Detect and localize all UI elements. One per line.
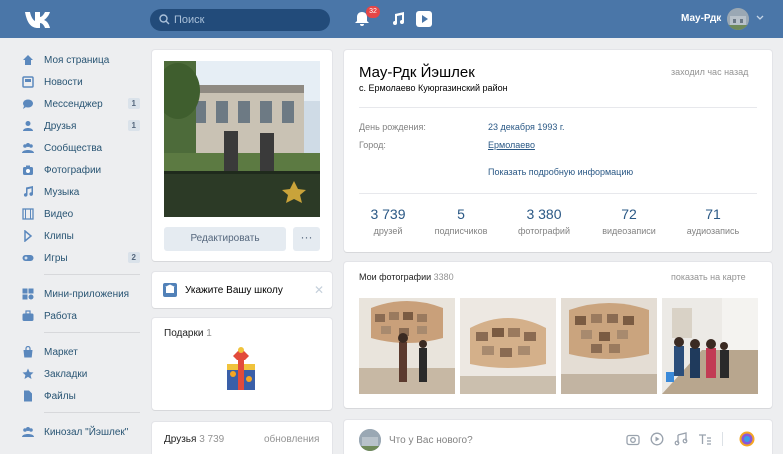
games-icon bbox=[22, 252, 34, 264]
sidebar-item-my-page[interactable]: Моя страница bbox=[22, 50, 140, 70]
school-icon bbox=[163, 283, 177, 297]
school-prompt-link[interactable]: Укажите Вашу школу bbox=[185, 285, 283, 296]
gifts-title[interactable]: Подарки 1 bbox=[164, 328, 212, 339]
profile-photo[interactable] bbox=[164, 61, 320, 217]
news-icon bbox=[22, 76, 34, 88]
sidebar-item-mini-apps[interactable]: Мини-приложения bbox=[22, 284, 140, 304]
messenger-count-badge: 1 bbox=[127, 98, 140, 109]
stat-audios[interactable]: 71 аудиозапись bbox=[673, 206, 753, 236]
birthday-label: День рождения: bbox=[359, 122, 426, 132]
music-icon[interactable] bbox=[674, 432, 688, 446]
friends-count-badge: 1 bbox=[127, 120, 140, 131]
friends-title[interactable]: Друзья 3 739 bbox=[164, 434, 224, 445]
sidebar-divider bbox=[44, 332, 140, 333]
play-icon[interactable] bbox=[416, 11, 432, 27]
city-label: Город: bbox=[359, 140, 386, 150]
chevron-down-icon[interactable] bbox=[756, 15, 764, 21]
photo-thumbnail[interactable] bbox=[561, 298, 657, 394]
friends-icon bbox=[22, 120, 34, 132]
search-input[interactable]: Поиск bbox=[150, 9, 330, 31]
search-icon bbox=[159, 14, 170, 25]
file-icon bbox=[22, 390, 34, 402]
divider bbox=[722, 432, 723, 446]
new-post-input[interactable]: Что у Вас нового? bbox=[389, 435, 473, 446]
show-on-map-link[interactable]: показать на карте bbox=[671, 272, 746, 282]
profile-location: с. Ермолаево Куюргазинский район bbox=[359, 83, 508, 93]
search-placeholder: Поиск bbox=[174, 14, 205, 26]
sidebar-item-clips[interactable]: Клипы bbox=[22, 226, 140, 246]
sidebar-item-files[interactable]: Файлы bbox=[22, 386, 140, 406]
avatar[interactable] bbox=[359, 429, 381, 451]
close-icon[interactable]: ✕ bbox=[314, 283, 324, 297]
photo-thumbnail[interactable] bbox=[359, 298, 455, 394]
sidebar-item-work[interactable]: Работа bbox=[22, 306, 140, 326]
user-name[interactable]: Мау-Рдк bbox=[681, 13, 721, 24]
more-button[interactable]: ··· bbox=[293, 227, 320, 251]
sidebar-item-friends[interactable]: Друзья 1 bbox=[22, 116, 140, 136]
stat-friends[interactable]: 3 739 друзей bbox=[348, 206, 428, 236]
page-title: Мау-Рдк Йэшлек bbox=[359, 64, 475, 81]
sidebar-item-video[interactable]: Видео bbox=[22, 204, 140, 224]
sidebar-item-group-kinozal[interactable]: Кинозал "Йэшлек" bbox=[22, 422, 140, 442]
communities-icon bbox=[22, 142, 34, 154]
stat-videos[interactable]: 72 видеозаписи bbox=[589, 206, 669, 236]
photos-title[interactable]: Мои фотографии 3380 bbox=[359, 272, 454, 282]
market-icon bbox=[22, 346, 34, 358]
sidebar-divider bbox=[44, 274, 140, 275]
avatar[interactable] bbox=[727, 8, 749, 30]
stat-followers[interactable]: 5 подписчиков bbox=[421, 206, 501, 236]
camera-icon[interactable] bbox=[626, 432, 640, 446]
photo-thumbnail[interactable] bbox=[662, 298, 758, 394]
camera-icon bbox=[22, 164, 34, 176]
sidebar-item-market[interactable]: Маркет bbox=[22, 342, 140, 362]
city-value[interactable]: Ермолаево bbox=[488, 140, 535, 150]
article-icon[interactable] bbox=[698, 432, 712, 446]
video-icon bbox=[22, 208, 34, 220]
sidebar-item-photos[interactable]: Фотографии bbox=[22, 160, 140, 180]
sidebar-item-news[interactable]: Новости bbox=[22, 72, 140, 92]
message-icon bbox=[22, 98, 34, 110]
sidebar-item-messenger[interactable]: Мессенджер 1 bbox=[22, 94, 140, 114]
sidebar-divider bbox=[44, 412, 140, 413]
notification-badge: 32 bbox=[366, 6, 380, 18]
group-icon bbox=[22, 426, 34, 438]
apps-icon bbox=[22, 288, 34, 300]
video-icon[interactable] bbox=[650, 432, 664, 446]
sidebar-item-games[interactable]: Игры 2 bbox=[22, 248, 140, 268]
music-icon[interactable] bbox=[391, 12, 405, 26]
divider bbox=[359, 107, 757, 108]
birthday-value[interactable]: 23 декабря 1993 г. bbox=[488, 122, 565, 132]
music-icon bbox=[22, 186, 34, 198]
sidebar-item-music[interactable]: Музыка bbox=[22, 182, 140, 202]
briefcase-icon bbox=[22, 310, 34, 322]
star-icon bbox=[22, 368, 34, 380]
gift-icon[interactable] bbox=[221, 346, 261, 394]
top-header: Поиск 32 Мау-Рдк bbox=[0, 0, 783, 38]
vk-logo[interactable] bbox=[24, 10, 50, 28]
last-seen-status: заходил час назад bbox=[671, 67, 749, 77]
stat-photos[interactable]: 3 380 фотографий bbox=[504, 206, 584, 236]
divider bbox=[359, 193, 757, 194]
friends-updates-link[interactable]: обновления bbox=[264, 434, 319, 445]
sidebar-item-bookmarks[interactable]: Закладки bbox=[22, 364, 140, 384]
show-details-link[interactable]: Показать подробную информацию bbox=[488, 167, 633, 177]
sidebar-item-communities[interactable]: Сообщества bbox=[22, 138, 140, 158]
clips-icon bbox=[22, 230, 34, 242]
home-icon bbox=[22, 54, 34, 66]
edit-profile-button[interactable]: Редактировать bbox=[164, 227, 286, 251]
photo-thumbnail[interactable] bbox=[460, 298, 556, 394]
story-icon[interactable] bbox=[739, 431, 755, 447]
games-count-badge: 2 bbox=[127, 252, 140, 263]
